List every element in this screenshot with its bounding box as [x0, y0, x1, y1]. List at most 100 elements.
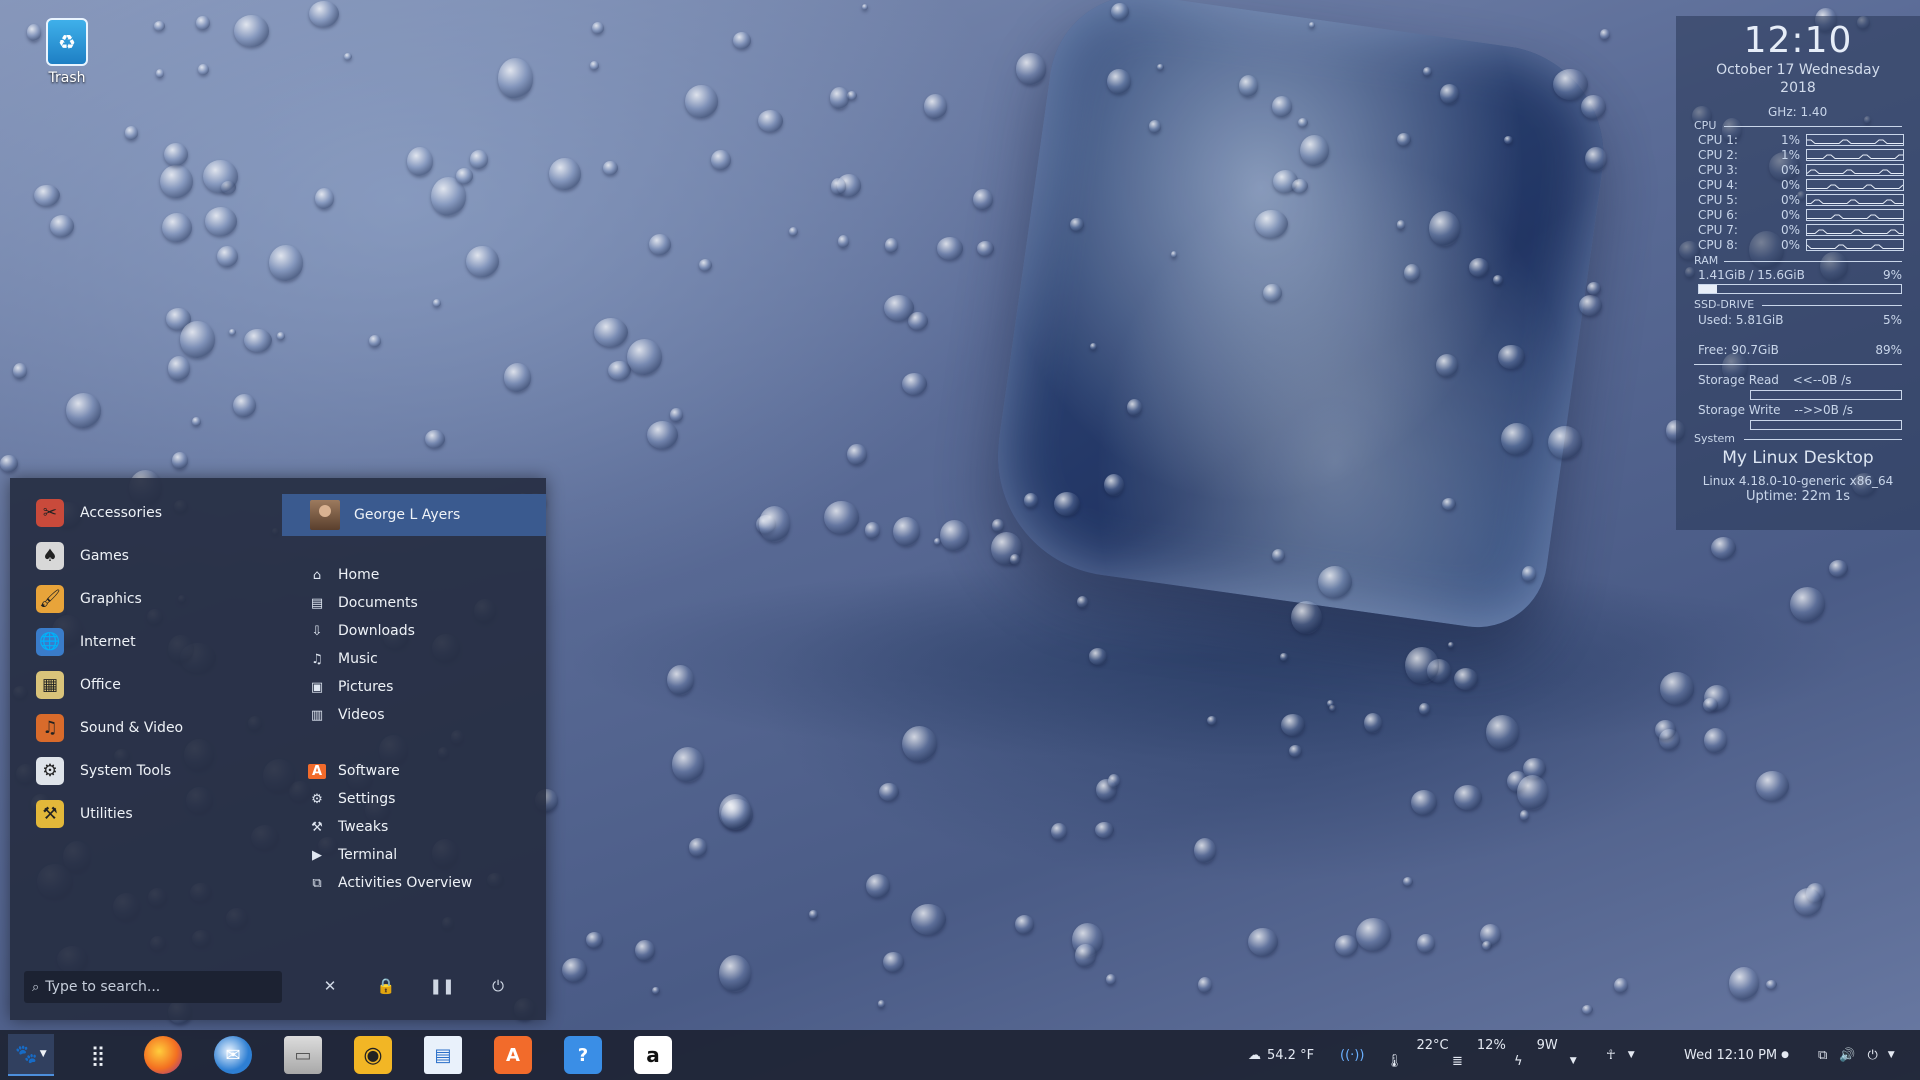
gnome-foot-icon: 🐾	[15, 1043, 38, 1065]
accessories-icon: ✂	[36, 499, 64, 527]
cpu-graph	[1806, 179, 1904, 191]
water-drop	[202, 159, 238, 193]
water-drop	[1363, 712, 1382, 733]
close-icon: ✕	[323, 977, 337, 995]
water-drop	[1104, 473, 1125, 496]
accessibility-menu[interactable]: ☥ ▼	[1606, 1030, 1635, 1080]
water-drop	[1095, 822, 1114, 839]
power-button[interactable]: ⏻	[478, 966, 518, 1006]
menu-button[interactable]: 🐾 ▼	[8, 1034, 54, 1076]
water-drop	[1654, 720, 1676, 741]
water-drop	[593, 317, 629, 348]
suspend-button[interactable]: ❚❚	[422, 966, 462, 1006]
place-documents[interactable]: ▤ Documents	[308, 592, 418, 614]
water-drop	[217, 246, 238, 268]
place-videos[interactable]: ▥ Videos	[308, 704, 385, 726]
water-drop	[1453, 785, 1482, 810]
app-grid-button[interactable]: ⣿	[78, 1036, 116, 1074]
water-drop	[627, 338, 663, 375]
cpu-label: CPU 7:	[1698, 223, 1738, 237]
water-drop	[1405, 646, 1439, 685]
activities-icon: ⧉	[312, 875, 322, 891]
user-account-button[interactable]: George L Ayers	[282, 494, 546, 536]
water-drop	[1522, 566, 1537, 582]
system-status-menu[interactable]: ⧉ 🔊 ⏻ ▼	[1818, 1030, 1895, 1080]
water-drop	[671, 747, 705, 782]
water-drop	[1396, 220, 1406, 230]
water-drop	[1417, 933, 1435, 954]
water-drop	[1194, 837, 1217, 864]
weather-cloud-icon: ☁	[1248, 1047, 1261, 1063]
category-sound-video[interactable]: ♫ Sound & Video	[36, 710, 183, 746]
system-item-tweaks[interactable]: ⚒ Tweaks	[308, 816, 388, 838]
place-pictures[interactable]: ▣ Pictures	[308, 676, 394, 698]
system-item-software[interactable]: A Software	[308, 760, 400, 782]
clock[interactable]: Wed 12:10 PM ●	[1684, 1030, 1789, 1080]
category-office[interactable]: ▦ Office	[36, 667, 121, 703]
water-drop	[561, 958, 587, 983]
place-home[interactable]: ⌂ Home	[308, 564, 379, 586]
chevron-down-icon: ▼	[1887, 1050, 1895, 1060]
category-games[interactable]: ♠ Games	[36, 538, 129, 574]
category-system-tools[interactable]: ⚙ System Tools	[36, 753, 171, 789]
system-item-settings[interactable]: ⚙ Settings	[308, 788, 395, 810]
thermometer-icon: 🌡	[1386, 1053, 1403, 1069]
water-drop	[688, 838, 707, 857]
firefox-launcher[interactable]	[144, 1036, 182, 1074]
help-launcher[interactable]: ?	[564, 1036, 602, 1074]
cpu-label: CPU 6:	[1698, 208, 1738, 222]
place-downloads[interactable]: ⇩ Downloads	[308, 620, 415, 642]
cpu-temp-indicator[interactable]: 🌡 22°C	[1386, 1030, 1449, 1080]
category-internet[interactable]: 🌐 Internet	[36, 624, 136, 660]
storage-write-value: -->>0B /s	[1794, 403, 1854, 417]
water-drop	[585, 931, 604, 949]
water-drop	[647, 421, 678, 450]
lock-button[interactable]: 🔒	[366, 966, 406, 1006]
chevron-down-icon: ▼	[39, 1049, 47, 1059]
files-launcher[interactable]: ▭	[284, 1036, 322, 1074]
system-item-terminal[interactable]: ▶ Terminal	[308, 844, 397, 866]
water-drop	[276, 332, 285, 340]
water-drop	[1335, 935, 1359, 957]
writer-launcher[interactable]: ▤	[424, 1036, 462, 1074]
user-avatar	[310, 500, 340, 530]
cpu-label: CPU 2:	[1698, 148, 1738, 162]
disk-indicator[interactable]: ≣ 12%	[1452, 1030, 1506, 1080]
water-drop	[13, 363, 28, 380]
thunderbird-launcher[interactable]: ✉	[214, 1036, 252, 1074]
water-drop	[233, 15, 270, 48]
water-drop	[837, 234, 849, 248]
water-drop	[548, 157, 581, 191]
water-drop	[180, 321, 215, 359]
videos-icon: ▥	[310, 707, 324, 723]
category-accessories[interactable]: ✂ Accessories	[36, 495, 162, 531]
water-drop	[309, 0, 340, 28]
water-drop	[1756, 770, 1790, 801]
cpu-temp: 22°C	[1416, 1037, 1449, 1053]
water-drop	[455, 167, 473, 184]
network-activity-indicator[interactable]: ((·))	[1340, 1030, 1364, 1080]
cpu-percent: 0%	[1780, 238, 1800, 252]
desktop-trash[interactable]: ♻ Trash	[42, 18, 92, 86]
water-drop	[1600, 29, 1610, 40]
help-icon: ?	[577, 1044, 589, 1066]
amazon-launcher[interactable]: a	[634, 1036, 672, 1074]
system-item-activities-overview[interactable]: ⧉ Activities Overview	[308, 872, 472, 894]
downloads-icon: ⇩	[311, 623, 323, 639]
place-music[interactable]: ♫ Music	[308, 648, 378, 670]
water-drop	[466, 246, 499, 278]
water-drop	[1793, 887, 1822, 916]
accessibility-icon: ☥	[1606, 1047, 1616, 1063]
software-launcher[interactable]: A	[494, 1036, 532, 1074]
place-label: Videos	[338, 707, 385, 723]
search-field[interactable]: ⌕ Type to search...	[24, 971, 282, 1003]
water-drop	[155, 69, 165, 79]
weather-indicator[interactable]: ☁ 54.2 °F	[1248, 1030, 1314, 1080]
category-utilities[interactable]: ⚒ Utilities	[36, 796, 133, 832]
rhythmbox-launcher[interactable]: ◉	[354, 1036, 392, 1074]
ssd-free-row: Free: 90.7GiB 89%	[1698, 343, 1902, 357]
water-drop	[0, 455, 18, 472]
category-graphics[interactable]: 🖌 Graphics	[36, 581, 142, 617]
close-button[interactable]: ✕	[310, 966, 350, 1006]
power-indicator[interactable]: ϟ 9W ▼	[1514, 1030, 1577, 1080]
